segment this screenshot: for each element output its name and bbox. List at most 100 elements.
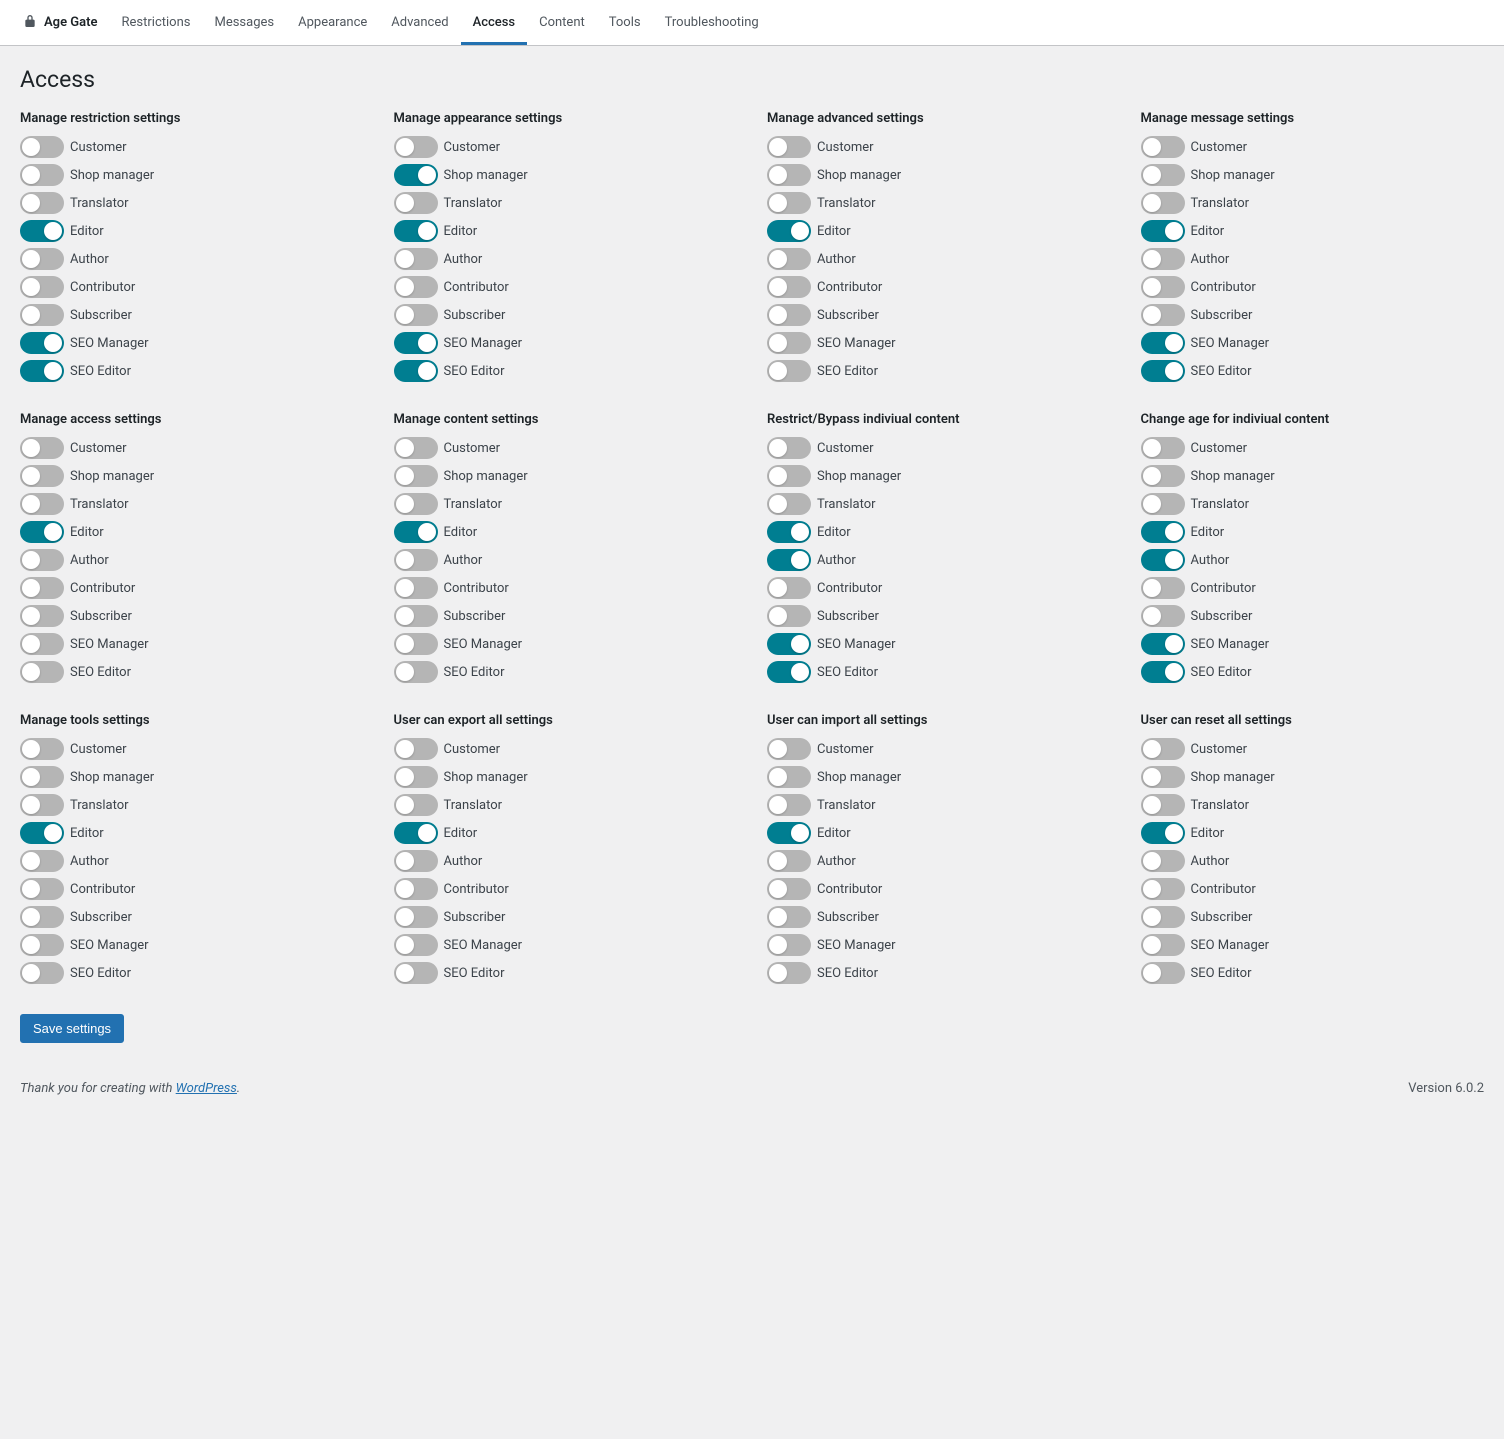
role-toggle[interactable] — [767, 766, 811, 788]
role-toggle[interactable] — [20, 850, 64, 872]
role-toggle[interactable] — [394, 332, 438, 354]
role-toggle[interactable] — [394, 794, 438, 816]
role-toggle[interactable] — [20, 934, 64, 956]
role-toggle[interactable] — [1141, 850, 1185, 872]
role-toggle[interactable] — [394, 850, 438, 872]
role-toggle[interactable] — [394, 248, 438, 270]
tab-messages[interactable]: Messages — [202, 1, 286, 45]
role-toggle[interactable] — [767, 192, 811, 214]
role-toggle[interactable] — [767, 493, 811, 515]
role-toggle[interactable] — [767, 521, 811, 543]
role-toggle[interactable] — [394, 304, 438, 326]
tab-advanced[interactable]: Advanced — [379, 1, 460, 45]
role-toggle[interactable] — [20, 906, 64, 928]
role-toggle[interactable] — [394, 661, 438, 683]
role-toggle[interactable] — [767, 304, 811, 326]
role-toggle[interactable] — [767, 136, 811, 158]
role-toggle[interactable] — [1141, 220, 1185, 242]
save-button[interactable]: Save settings — [20, 1014, 124, 1043]
role-toggle[interactable] — [20, 661, 64, 683]
role-toggle[interactable] — [394, 577, 438, 599]
role-toggle[interactable] — [767, 437, 811, 459]
role-toggle[interactable] — [394, 276, 438, 298]
tab-access[interactable]: Access — [461, 1, 528, 45]
wordpress-link[interactable]: WordPress — [176, 1081, 237, 1096]
role-toggle[interactable] — [20, 164, 64, 186]
role-toggle[interactable] — [394, 549, 438, 571]
role-toggle[interactable] — [1141, 521, 1185, 543]
role-toggle[interactable] — [20, 437, 64, 459]
role-toggle[interactable] — [394, 493, 438, 515]
role-toggle[interactable] — [394, 164, 438, 186]
role-toggle[interactable] — [20, 605, 64, 627]
role-toggle[interactable] — [394, 360, 438, 382]
role-toggle[interactable] — [767, 962, 811, 984]
tab-appearance[interactable]: Appearance — [286, 1, 379, 45]
role-toggle[interactable] — [767, 906, 811, 928]
role-toggle[interactable] — [20, 493, 64, 515]
role-toggle[interactable] — [767, 822, 811, 844]
role-toggle[interactable] — [20, 192, 64, 214]
role-toggle[interactable] — [20, 248, 64, 270]
role-toggle[interactable] — [394, 906, 438, 928]
role-toggle[interactable] — [20, 822, 64, 844]
role-toggle[interactable] — [767, 164, 811, 186]
role-toggle[interactable] — [767, 605, 811, 627]
role-toggle[interactable] — [767, 276, 811, 298]
role-toggle[interactable] — [20, 577, 64, 599]
role-toggle[interactable] — [1141, 577, 1185, 599]
role-toggle[interactable] — [20, 220, 64, 242]
role-toggle[interactable] — [394, 766, 438, 788]
role-toggle[interactable] — [1141, 633, 1185, 655]
role-toggle[interactable] — [767, 220, 811, 242]
role-toggle[interactable] — [767, 794, 811, 816]
role-toggle[interactable] — [767, 878, 811, 900]
role-toggle[interactable] — [20, 276, 64, 298]
role-toggle[interactable] — [20, 136, 64, 158]
role-toggle[interactable] — [20, 766, 64, 788]
role-toggle[interactable] — [1141, 878, 1185, 900]
role-toggle[interactable] — [20, 633, 64, 655]
role-toggle[interactable] — [767, 934, 811, 956]
tab-troubleshooting[interactable]: Troubleshooting — [653, 1, 771, 45]
role-toggle[interactable] — [767, 850, 811, 872]
role-toggle[interactable] — [394, 437, 438, 459]
role-toggle[interactable] — [1141, 332, 1185, 354]
role-toggle[interactable] — [20, 465, 64, 487]
role-toggle[interactable] — [394, 521, 438, 543]
role-toggle[interactable] — [1141, 738, 1185, 760]
role-toggle[interactable] — [1141, 661, 1185, 683]
role-toggle[interactable] — [394, 738, 438, 760]
role-toggle[interactable] — [767, 633, 811, 655]
role-toggle[interactable] — [20, 549, 64, 571]
role-toggle[interactable] — [20, 332, 64, 354]
role-toggle[interactable] — [1141, 605, 1185, 627]
role-toggle[interactable] — [1141, 549, 1185, 571]
role-toggle[interactable] — [1141, 136, 1185, 158]
role-toggle[interactable] — [1141, 822, 1185, 844]
role-toggle[interactable] — [767, 332, 811, 354]
role-toggle[interactable] — [1141, 934, 1185, 956]
role-toggle[interactable] — [394, 934, 438, 956]
role-toggle[interactable] — [1141, 360, 1185, 382]
role-toggle[interactable] — [394, 633, 438, 655]
role-toggle[interactable] — [1141, 766, 1185, 788]
role-toggle[interactable] — [394, 220, 438, 242]
role-toggle[interactable] — [1141, 493, 1185, 515]
role-toggle[interactable] — [767, 248, 811, 270]
role-toggle[interactable] — [20, 962, 64, 984]
role-toggle[interactable] — [20, 794, 64, 816]
role-toggle[interactable] — [767, 465, 811, 487]
role-toggle[interactable] — [1141, 465, 1185, 487]
role-toggle[interactable] — [394, 878, 438, 900]
tab-content[interactable]: Content — [527, 1, 597, 45]
tab-restrictions[interactable]: Restrictions — [110, 1, 203, 45]
role-toggle[interactable] — [20, 878, 64, 900]
role-toggle[interactable] — [20, 360, 64, 382]
role-toggle[interactable] — [394, 962, 438, 984]
role-toggle[interactable] — [767, 577, 811, 599]
role-toggle[interactable] — [1141, 248, 1185, 270]
role-toggle[interactable] — [1141, 164, 1185, 186]
role-toggle[interactable] — [394, 465, 438, 487]
role-toggle[interactable] — [1141, 304, 1185, 326]
